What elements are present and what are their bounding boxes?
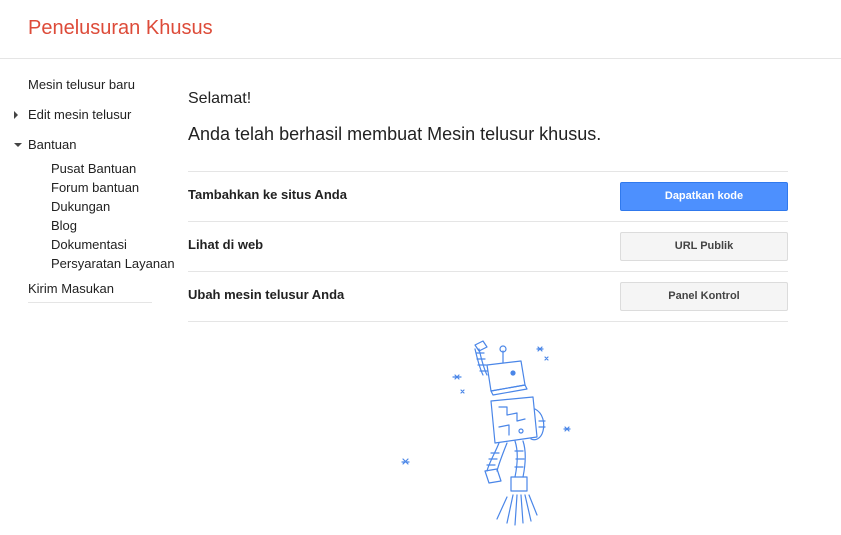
row-label-edit-engine: Ubah mesin telusur Anda xyxy=(188,287,345,302)
row-divider xyxy=(188,221,788,222)
row-divider xyxy=(188,321,788,322)
row-label-add-to-site: Tambahkan ke situs Anda xyxy=(188,187,347,202)
header: Penelusuran Khusus xyxy=(0,0,841,59)
get-code-button[interactable]: Dapatkan kode xyxy=(620,182,788,211)
sidebar-item-edit-engine[interactable]: Edit mesin telusur xyxy=(28,107,131,122)
help-link-terms[interactable]: Persyaratan Layanan xyxy=(51,256,175,271)
row-label-view-on-web: Lihat di web xyxy=(188,237,264,252)
help-link-blog[interactable]: Blog xyxy=(51,218,77,233)
help-link-documentation[interactable]: Dokumentasi xyxy=(51,237,127,252)
triangle-down-icon[interactable] xyxy=(14,143,22,151)
public-url-button[interactable]: URL Publik xyxy=(620,232,788,261)
row-divider xyxy=(188,171,788,172)
help-link-help-center[interactable]: Pusat Bantuan xyxy=(51,161,136,176)
sidebar-divider xyxy=(28,302,152,303)
sidebar-item-help[interactable]: Bantuan xyxy=(28,137,76,152)
success-message: Anda telah berhasil membuat Mesin telusu… xyxy=(188,124,602,144)
help-link-forum[interactable]: Forum bantuan xyxy=(51,180,139,195)
greeting-heading: Selamat! xyxy=(188,90,252,107)
sidebar-item-feedback[interactable]: Kirim Masukan xyxy=(28,281,114,296)
control-panel-button[interactable]: Panel Kontrol xyxy=(620,282,788,311)
help-link-support[interactable]: Dukungan xyxy=(51,199,110,214)
triangle-right-icon[interactable] xyxy=(14,111,22,119)
robot-illustration xyxy=(401,340,571,526)
app-title[interactable]: Penelusuran Khusus xyxy=(28,17,213,40)
sidebar-item-new-engine[interactable]: Mesin telusur baru xyxy=(28,77,135,92)
row-divider xyxy=(188,271,788,272)
